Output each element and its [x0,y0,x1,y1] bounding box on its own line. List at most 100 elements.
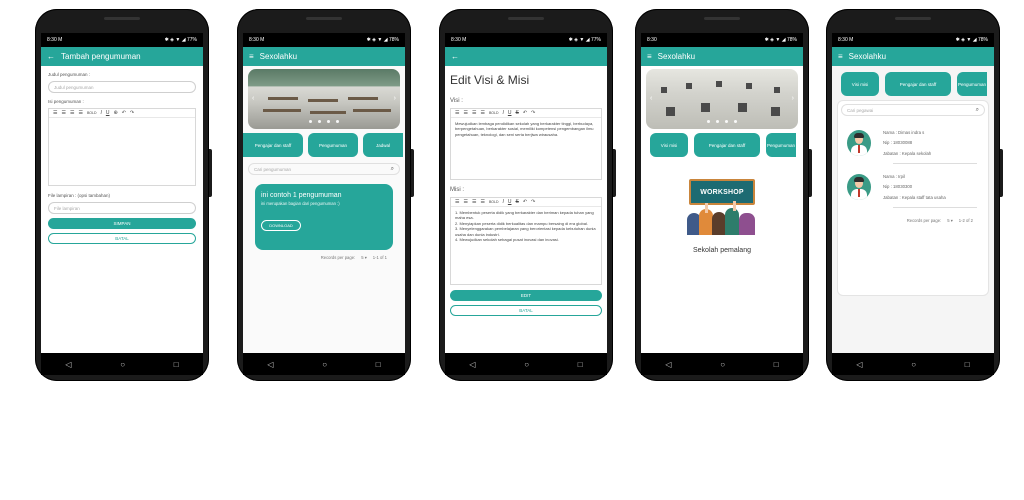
undo-icon[interactable]: ↶ [523,199,527,205]
isi-editor[interactable]: ☰ ☰ ☰ ☰ BOLD I U ⊕ ↶ ↷ [48,108,196,186]
staff-row[interactable]: Nama : Irpil Nip : 18030300 Jabatan : Ke… [847,172,985,203]
back-arrow-icon[interactable]: ← [451,52,459,61]
italic-icon[interactable]: I [100,110,101,116]
justify-icon[interactable]: ☰ [480,199,484,205]
nav-back-icon[interactable]: ◁ [267,360,273,369]
menu-chips: Visi misi Pengajar dan staff Pengumuman [841,72,994,96]
form-body: Judul pengumuman : Judul pengumuman Isi … [41,66,203,353]
chip-pengajar[interactable]: Pengajar dan staff [243,133,303,157]
align-right-icon[interactable]: ☰ [70,110,74,116]
align-left-icon[interactable]: ☰ [455,199,459,205]
batal-button[interactable]: BATAL [450,305,602,316]
staff-panel: Cari pegawai ⌕ Nama : Dimas indra s Nip … [837,100,989,296]
strike-icon[interactable]: ⊕ [113,110,117,116]
search-input[interactable]: Cari pengumuman ⌕ [248,163,400,175]
bold-button[interactable]: BOLD [489,111,499,115]
align-center-icon[interactable]: ☰ [61,110,65,116]
strike-icon[interactable]: S [515,110,518,116]
redo-icon[interactable]: ↷ [531,110,535,116]
page-title: Sexolahku [848,52,887,61]
undo-icon[interactable]: ↶ [122,110,126,116]
nav-back-icon[interactable]: ◁ [856,360,862,369]
prev-slide-icon[interactable]: ‹ [650,95,652,102]
staff-row[interactable]: Nama : Dimas indra s Nip : 18030088 Jaba… [847,128,985,159]
app-bar: ← [445,47,607,66]
nav-home-icon[interactable]: ○ [911,360,916,369]
menu-icon[interactable]: ≡ [838,52,843,61]
batal-button[interactable]: BATAL [48,233,196,244]
staff-name: Nama : Dimas indra s [883,130,925,135]
download-button[interactable]: DOWNLOAD [261,220,301,231]
prev-slide-icon[interactable]: ‹ [252,95,254,102]
next-slide-icon[interactable]: › [394,95,396,102]
search-input[interactable]: Cari pegawai ⌕ [841,104,985,116]
editor-toolbar: ☰ ☰ ☰ ☰ BOLD I U S ↶ ↷ [451,198,601,207]
slide-dots [707,120,737,123]
redo-icon[interactable]: ↷ [531,199,535,205]
italic-icon[interactable]: I [502,199,503,205]
simpan-button[interactable]: SIMPAN [48,218,196,229]
system-nav: ◁ ○ □ [243,353,405,375]
app-bar: ≡ Sexolahku [243,47,405,66]
status-left: 8:30 M [838,37,854,43]
nav-home-icon[interactable]: ○ [120,360,125,369]
edit-button[interactable]: EDIT [450,290,602,301]
status-left: 8:30 [647,37,657,43]
underline-icon[interactable]: U [508,110,512,116]
menu-icon[interactable]: ≡ [249,52,254,61]
chip-jadwal[interactable]: Jadwal [363,133,403,157]
nav-home-icon[interactable]: ○ [524,360,529,369]
file-input[interactable]: File lampiran [48,202,196,214]
search-icon[interactable]: ⌕ [976,107,979,114]
records-select[interactable]: 5 ▾ [361,255,367,260]
align-center-icon[interactable]: ☰ [463,110,467,116]
chip-visi-misi[interactable]: Visi misi [650,133,688,157]
back-arrow-icon[interactable]: ← [47,52,55,61]
visi-editor[interactable]: ☰ ☰ ☰ ☰ BOLD I U S ↶ ↷ Mewujudkan lembag… [450,108,602,180]
next-slide-icon[interactable]: › [792,95,794,102]
underline-icon[interactable]: U [508,199,512,205]
undo-icon[interactable]: ↶ [523,110,527,116]
nav-recent-icon[interactable]: □ [774,360,779,369]
nav-back-icon[interactable]: ◁ [469,360,475,369]
align-left-icon[interactable]: ☰ [53,110,57,116]
align-left-icon[interactable]: ☰ [455,110,459,116]
align-center-icon[interactable]: ☰ [463,199,467,205]
announcement-card[interactable]: ini contoh 1 pengumuman ini merupakan ba… [255,184,393,250]
redo-icon[interactable]: ↷ [130,110,134,116]
chip-pengumuman[interactable]: Pengumuman [766,133,796,157]
italic-icon[interactable]: I [502,110,503,116]
judul-input[interactable]: Judul pengumuman [48,81,196,93]
nav-back-icon[interactable]: ◁ [65,360,71,369]
chip-pengumuman[interactable]: Pengumuman [308,133,358,157]
search-icon[interactable]: ⌕ [391,166,394,173]
underline-icon[interactable]: U [106,110,110,116]
nav-recent-icon[interactable]: □ [376,360,381,369]
chair [686,83,692,89]
chip-pengumuman[interactable]: Pengumuman [957,72,987,96]
bold-button[interactable]: BOLD [87,111,97,115]
divider [893,162,977,164]
nav-recent-icon[interactable]: □ [965,360,970,369]
chip-visi-misi[interactable]: Visi misi [841,72,879,96]
bold-button[interactable]: BOLD [489,200,499,204]
chip-pengajar[interactable]: Pengajar dan staff [694,133,760,157]
align-right-icon[interactable]: ☰ [472,110,476,116]
nav-back-icon[interactable]: ◁ [665,360,671,369]
nav-recent-icon[interactable]: □ [174,360,179,369]
classroom-banner-image: ‹ › [248,69,400,129]
desk [348,97,378,100]
strike-icon[interactable]: S [515,199,518,205]
justify-icon[interactable]: ☰ [78,110,82,116]
nav-home-icon[interactable]: ○ [322,360,327,369]
nav-home-icon[interactable]: ○ [720,360,725,369]
align-right-icon[interactable]: ☰ [472,199,476,205]
menu-icon[interactable]: ≡ [647,52,652,61]
misi-editor[interactable]: ☰ ☰ ☰ ☰ BOLD I U S ↶ ↷ 1. Membentuk pese… [450,197,602,285]
pagination: Records per page: 5 ▾ 1-2 of 2 [841,218,973,223]
chip-pengajar[interactable]: Pengajar dan staff [885,72,951,96]
nav-recent-icon[interactable]: □ [578,360,583,369]
records-select[interactable]: 5 ▾ [947,218,953,223]
page-range: 1-2 of 2 [958,217,973,223]
justify-icon[interactable]: ☰ [480,110,484,116]
